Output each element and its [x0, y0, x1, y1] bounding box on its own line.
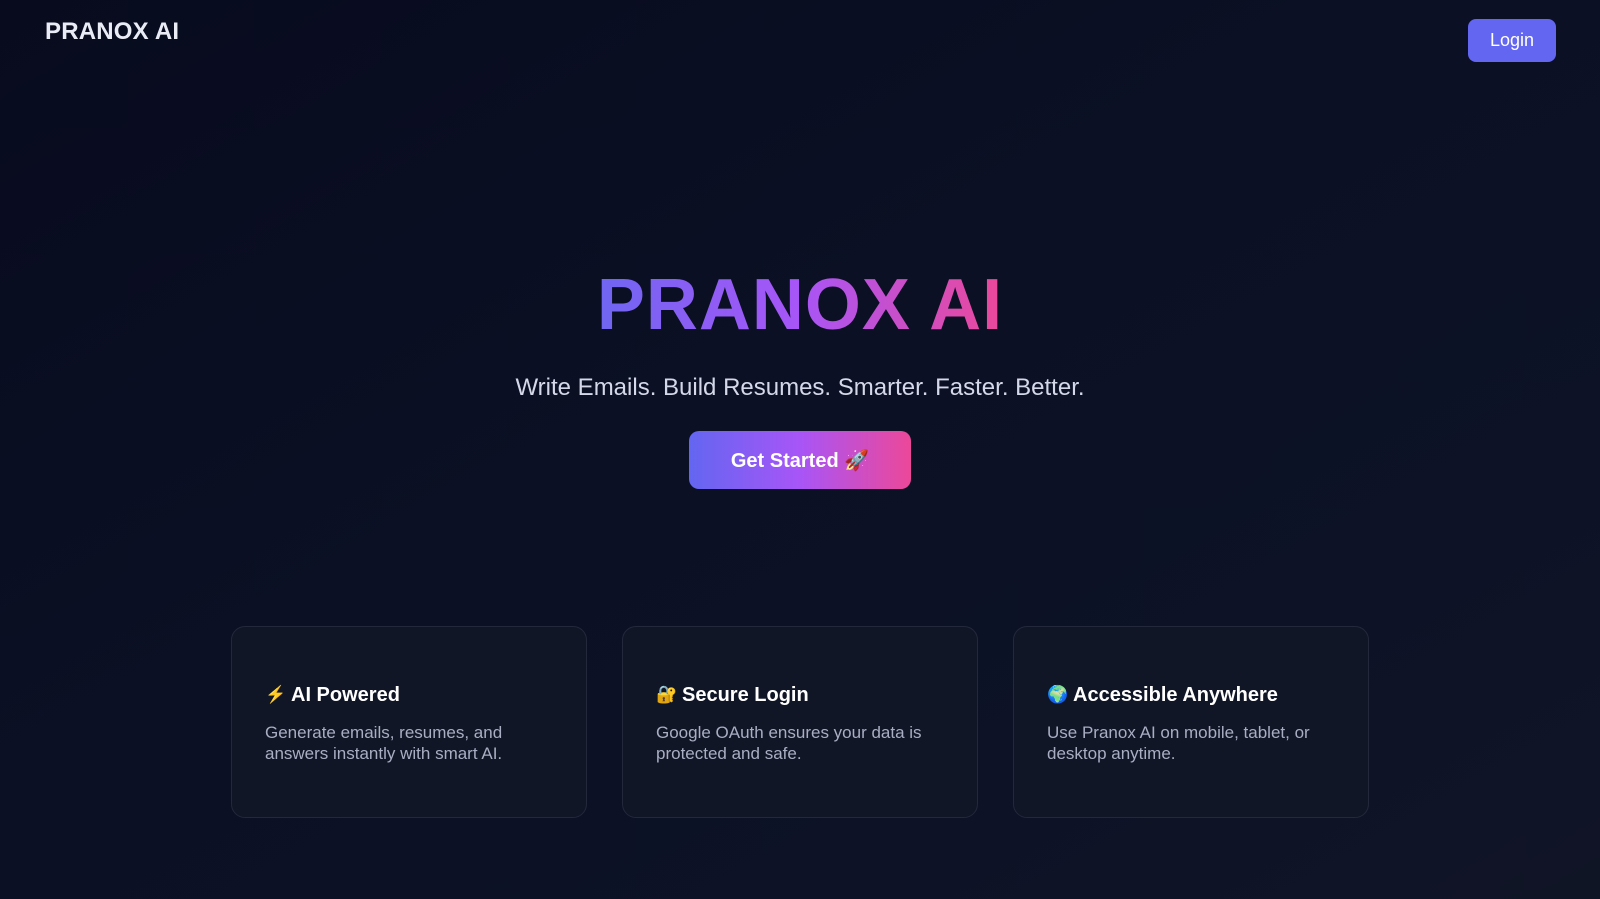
hero-section: PRANOX AI Write Emails. Build Resumes. S…	[0, 255, 1600, 489]
login-button[interactable]: Login	[1468, 19, 1556, 62]
top-nav: PRANOX AI Login	[0, 0, 1600, 80]
feature-card-description: Google OAuth ensures your data is protec…	[656, 723, 922, 763]
feature-card-description: Use Pranox AI on mobile, tablet, or desk…	[1047, 723, 1310, 763]
feature-card-secure-login: 🔐 Secure Login Google OAuth ensures your…	[622, 626, 978, 818]
feature-card-title-text: Accessible Anywhere	[1073, 684, 1278, 706]
hero-title: PRANOX AI	[597, 255, 1003, 355]
get-started-button[interactable]: Get Started 🚀	[689, 431, 911, 489]
hero-subtitle: Write Emails. Build Resumes. Smarter. Fa…	[515, 374, 1085, 401]
feature-card-title: 🌍 Accessible Anywhere	[1047, 681, 1338, 709]
globe-icon: 🌍	[1047, 685, 1069, 704]
feature-card-title-text: AI Powered	[291, 684, 400, 706]
feature-card-title: ⚡ AI Powered	[265, 681, 556, 709]
lightning-icon: ⚡	[265, 685, 287, 704]
lock-key-icon: 🔐	[656, 685, 678, 704]
feature-card-ai-powered: ⚡ AI Powered Generate emails, resumes, a…	[231, 626, 587, 818]
feature-card-description: Generate emails, resumes, and answers in…	[265, 723, 503, 763]
feature-card-accessible-anywhere: 🌍 Accessible Anywhere Use Pranox AI on m…	[1013, 626, 1369, 818]
features-section: ⚡ AI Powered Generate emails, resumes, a…	[231, 626, 1371, 818]
brand-logo[interactable]: PRANOX AI	[45, 18, 179, 46]
feature-card-title: 🔐 Secure Login	[656, 681, 947, 709]
feature-card-title-text: Secure Login	[682, 684, 809, 706]
